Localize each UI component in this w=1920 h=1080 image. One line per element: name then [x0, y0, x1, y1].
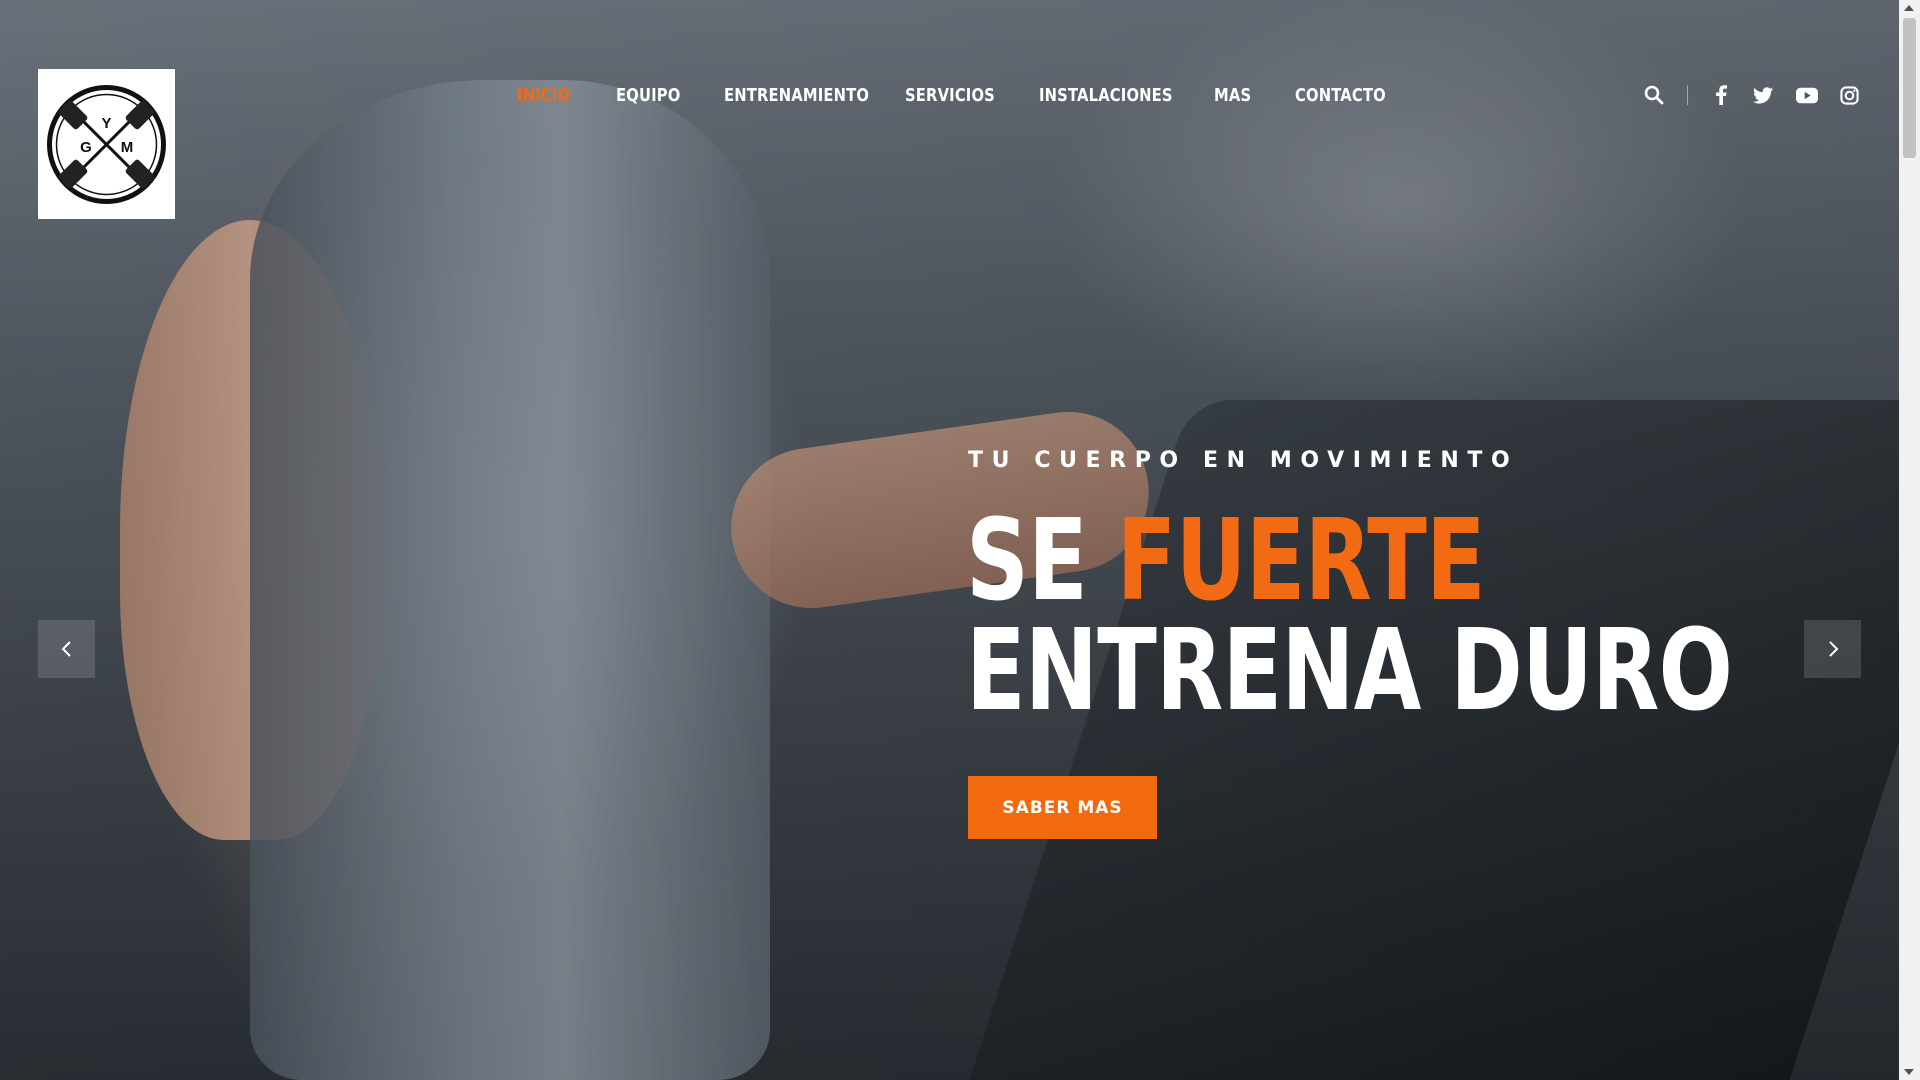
youtube-icon[interactable]: [1796, 84, 1818, 106]
hero-headline-line2: ENTRENA DURO: [966, 606, 1733, 736]
nav-item-inicio[interactable]: INICIO: [517, 85, 570, 106]
twitter-icon[interactable]: [1752, 84, 1774, 106]
search-icon[interactable]: [1643, 84, 1665, 106]
saber-mas-button[interactable]: SABER MAS: [968, 776, 1157, 839]
slider-prev-button[interactable]: [38, 620, 95, 678]
site-logo[interactable]: Y G M: [38, 69, 175, 219]
logo-letter-y: Y: [101, 115, 111, 132]
logo-letter-g: G: [80, 139, 92, 156]
facebook-icon[interactable]: [1710, 84, 1732, 106]
logo-letter-m: M: [121, 139, 134, 156]
scroll-thumb[interactable]: [1903, 18, 1916, 158]
hero-overlay: [0, 0, 1899, 1080]
slider-next-button[interactable]: [1804, 620, 1861, 678]
chevron-left-icon: [61, 641, 71, 657]
nav-item-instalaciones[interactable]: INSTALACIONES: [1039, 85, 1173, 106]
scroll-down-icon[interactable]: [1904, 1069, 1914, 1075]
nav-item-mas[interactable]: MAS: [1214, 85, 1251, 106]
hero-background-image: [0, 0, 1920, 1080]
hero-kicker: TU CUERPO EN MOVIMIENTO: [968, 448, 1519, 473]
nav-item-entrenamiento[interactable]: ENTRENAMIENTO: [724, 85, 869, 106]
chevron-right-icon: [1828, 641, 1838, 657]
nav-item-equipo[interactable]: EQUIPO: [616, 85, 680, 106]
page: Y G M INICIO EQUIPO ENTRENAMIENTO SERVIC…: [0, 0, 1920, 1080]
page-scrollbar[interactable]: [1899, 0, 1920, 1080]
gym-logo-icon: Y G M: [47, 84, 166, 204]
main-nav: INICIO EQUIPO ENTRENAMIENTO SERVICIOS IN…: [517, 80, 1427, 110]
hero-headline-line1: SE FUERTE: [966, 505, 1486, 617]
header-icons: [1623, 82, 1860, 108]
nav-item-servicios[interactable]: SERVICIOS: [905, 85, 995, 106]
header-divider: [1687, 85, 1688, 105]
nav-item-contacto[interactable]: CONTACTO: [1295, 85, 1386, 106]
instagram-icon[interactable]: [1838, 84, 1860, 106]
scroll-up-icon[interactable]: [1904, 5, 1914, 11]
